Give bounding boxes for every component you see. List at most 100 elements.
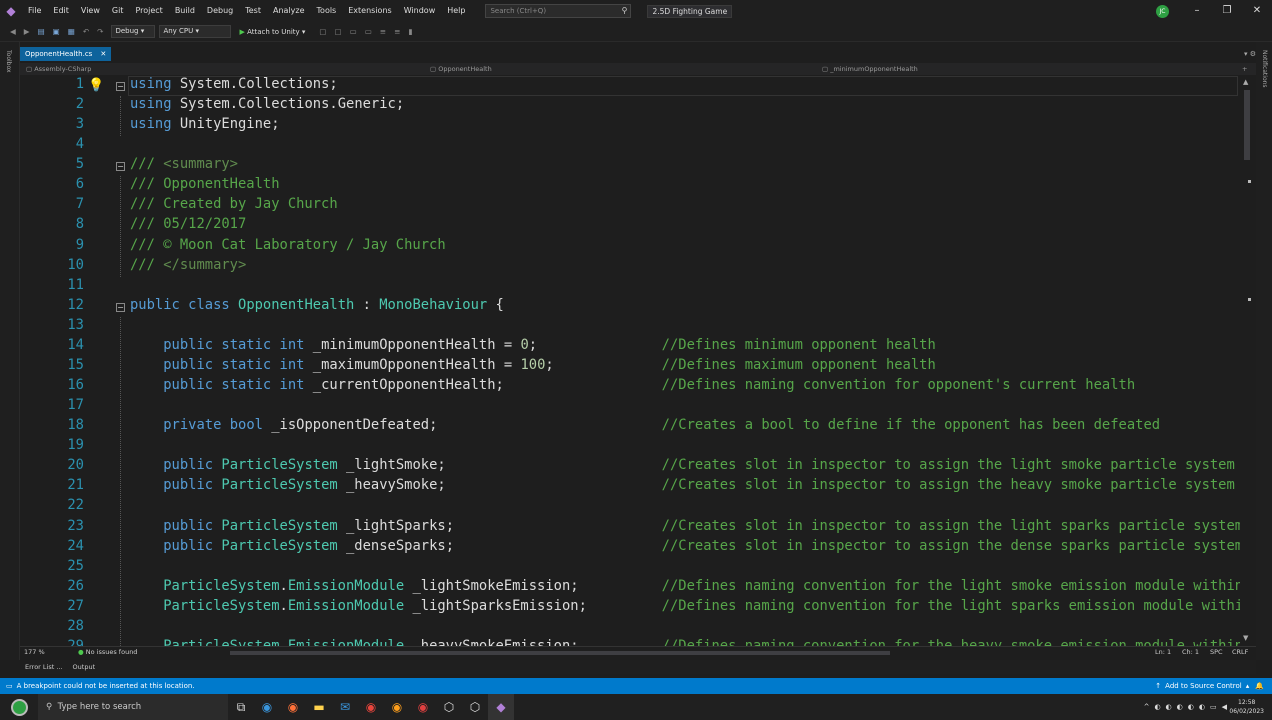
toolbar-tool-icon[interactable]: ≡ <box>390 27 404 36</box>
code-line[interactable]: /// <summary> <box>130 156 238 172</box>
unity-icon[interactable]: ⬡ <box>436 694 462 720</box>
blender-icon[interactable]: ◉ <box>384 694 410 720</box>
fold-toggle-icon[interactable]: − <box>116 162 125 172</box>
menu-test[interactable]: Test <box>239 0 267 22</box>
task-view-icon[interactable]: ⧉ <box>228 694 254 720</box>
toolbar-tool-icon[interactable]: ▢ <box>331 27 346 36</box>
vertical-scrollbar[interactable]: ▲ ▼ <box>1240 76 1256 646</box>
code-line[interactable]: using UnityEngine; <box>130 116 280 132</box>
scroll-down-icon[interactable]: ▼ <box>1243 634 1248 642</box>
lightbulb-icon[interactable]: 💡 <box>88 78 104 93</box>
clock[interactable]: 12:58 06/02/2023 <box>1229 698 1264 716</box>
tray-app-icon[interactable]: ◐ <box>1154 703 1160 711</box>
code-line[interactable]: ParticleSystem.EmissionModule _lightSmok… <box>130 578 1240 594</box>
code-editor[interactable]: 💡 1 using System.Collections; 2 using Syste… <box>20 76 1240 646</box>
attach-button[interactable]: ▶ Attach to Unity ▾ <box>239 28 305 36</box>
menu-extensions[interactable]: Extensions <box>342 0 397 22</box>
line-ending-indicator[interactable]: CRLF <box>1232 648 1248 656</box>
close-tab-icon[interactable]: ✕ <box>100 47 106 61</box>
column-indicator[interactable]: Ch: 1 <box>1182 648 1199 656</box>
code-line[interactable]: using System.Collections.Generic; <box>130 96 404 112</box>
tab-opponenthealth[interactable]: OpponentHealth.cs ✕ <box>20 47 112 61</box>
undo-icon[interactable]: ↶ <box>79 27 93 36</box>
file-explorer-icon[interactable]: ▬ <box>306 694 332 720</box>
code-line[interactable]: public static int _currentOpponentHealth… <box>130 377 1135 393</box>
fold-toggle-icon[interactable]: − <box>116 302 125 312</box>
code-line[interactable]: /// 05/12/2017 <box>130 216 246 232</box>
maximize-icon[interactable]: ❐ <box>1212 0 1242 22</box>
code-line[interactable]: private bool _isOpponentDefeated; //Crea… <box>130 417 1160 433</box>
tray-app-icon[interactable]: ◐ <box>1199 703 1205 711</box>
toolbox-tab[interactable]: Toolbox <box>5 50 12 73</box>
tray-chevron-icon[interactable]: ^ <box>1144 703 1150 711</box>
tab-overflow-icon[interactable]: ▾ ⚙ <box>1244 50 1256 58</box>
menu-analyze[interactable]: Analyze <box>267 0 311 22</box>
code-line[interactable]: ParticleSystem.EmissionModule _lightSpar… <box>130 598 1240 614</box>
code-line[interactable]: public ParticleSystem _lightSparks; //Cr… <box>130 518 1240 534</box>
code-line[interactable]: public ParticleSystem _heavySmoke; //Cre… <box>130 477 1235 493</box>
volume-icon[interactable]: ◀ <box>1222 703 1227 711</box>
notification-bell-icon[interactable]: 🔔 <box>1255 682 1264 690</box>
fold-toggle-icon[interactable]: − <box>116 82 125 91</box>
code-line[interactable]: public static int _minimumOpponentHealth… <box>130 337 936 353</box>
close-icon[interactable]: ✕ <box>1242 0 1272 22</box>
menu-build[interactable]: Build <box>169 0 201 22</box>
save-all-icon[interactable]: ▦ <box>64 27 79 36</box>
scroll-up-icon[interactable]: ▲ <box>1243 78 1248 86</box>
code-line[interactable]: public ParticleSystem _denseSparks; //Cr… <box>130 538 1240 554</box>
save-icon[interactable]: ▣ <box>49 27 64 36</box>
chrome-icon[interactable]: ◉ <box>358 694 384 720</box>
chevron-up-icon[interactable]: ▴ <box>1246 682 1250 690</box>
code-line[interactable]: using System.Collections; <box>130 76 338 92</box>
configuration-select[interactable]: Debug ▾ <box>111 25 156 38</box>
menu-edit[interactable]: Edit <box>47 0 75 22</box>
avatar[interactable]: JC <box>1156 5 1169 18</box>
project-dropdown[interactable]: ▢ Assembly-CSharp <box>26 63 91 75</box>
scrollbar-thumb[interactable] <box>1244 90 1250 160</box>
menu-window[interactable]: Window <box>398 0 442 22</box>
line-indicator[interactable]: Ln: 1 <box>1155 648 1171 656</box>
tray-app-icon[interactable]: ◐ <box>1166 703 1172 711</box>
tab-output[interactable]: Output <box>68 660 101 674</box>
app-icon[interactable]: ◉ <box>410 694 436 720</box>
unity-hub-icon[interactable]: ⬡ <box>462 694 488 720</box>
menu-tools[interactable]: Tools <box>311 0 343 22</box>
tray-app-icon[interactable]: ◐ <box>1177 703 1183 711</box>
toolbar-tool-icon[interactable]: ▭ <box>361 27 376 36</box>
search-input[interactable]: Search (Ctrl+Q) ⚲ <box>485 4 632 18</box>
toolbar-tool-icon[interactable]: ≡ <box>376 27 390 36</box>
platform-select[interactable]: Any CPU ▾ <box>159 25 232 38</box>
menu-git[interactable]: Git <box>106 0 130 22</box>
code-line[interactable]: /// OpponentHealth <box>130 176 280 192</box>
code-line[interactable]: public class OpponentHealth : MonoBehavi… <box>130 297 504 313</box>
member-dropdown[interactable]: ▢ _minimumOpponentHealth <box>822 63 918 75</box>
redo-icon[interactable]: ↷ <box>93 27 107 36</box>
class-dropdown[interactable]: ▢ OpponentHealth <box>430 63 492 75</box>
code-line[interactable]: /// © Moon Cat Laboratory / Jay Church <box>130 237 446 253</box>
whitespace-indicator[interactable]: SPC <box>1210 648 1223 656</box>
tray-app-icon[interactable]: ◐ <box>1188 703 1194 711</box>
code-line[interactable]: ParticleSystem.EmissionModule _heavySmok… <box>130 638 1240 646</box>
horizontal-scrollbar[interactable] <box>230 651 890 655</box>
visual-studio-icon[interactable]: ◆ <box>488 694 514 720</box>
menu-file[interactable]: File <box>22 0 47 22</box>
menu-help[interactable]: Help <box>441 0 471 22</box>
start-button[interactable] <box>0 694 38 720</box>
minimize-icon[interactable]: – <box>1182 0 1212 22</box>
tab-error-list[interactable]: Error List ... <box>20 660 68 674</box>
back-icon[interactable]: ◀ <box>6 27 20 36</box>
toolbar-tool-icon[interactable]: ▢ <box>315 27 330 36</box>
code-line[interactable]: /// </summary> <box>130 257 246 273</box>
new-file-icon[interactable]: ▤ <box>34 27 49 36</box>
issues-indicator[interactable]: ● No issues found <box>78 648 137 656</box>
zoom-level[interactable]: 177 % <box>24 648 45 656</box>
split-editor-icon[interactable]: + <box>1242 63 1247 75</box>
forward-icon[interactable]: ▶ <box>20 27 34 36</box>
firefox-icon[interactable]: ◉ <box>280 694 306 720</box>
bookmark-icon[interactable]: ▮ <box>404 27 416 36</box>
source-control-button[interactable]: Add to Source Control <box>1165 682 1242 690</box>
code-line[interactable]: public static int _maximumOpponentHealth… <box>130 357 936 373</box>
code-line[interactable]: /// Created by Jay Church <box>130 196 338 212</box>
menu-project[interactable]: Project <box>129 0 168 22</box>
network-icon[interactable]: ▭ <box>1210 703 1217 711</box>
